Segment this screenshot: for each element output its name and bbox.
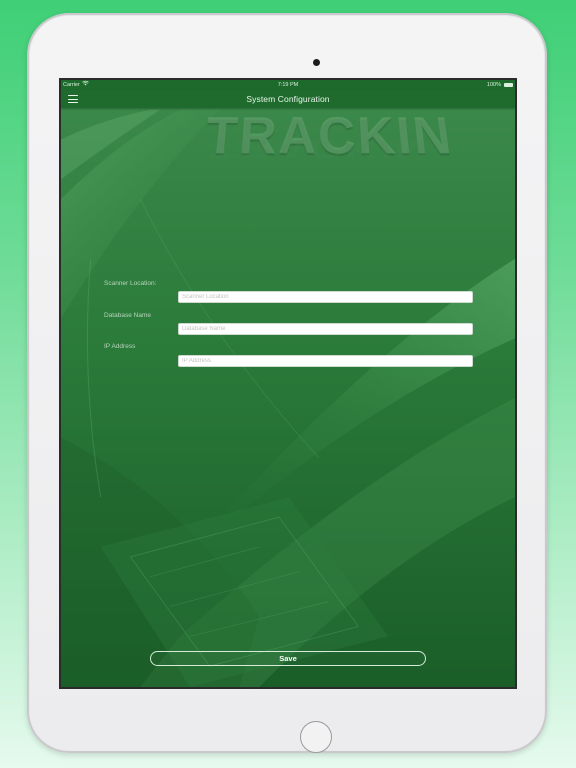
- navigation-bar: System Configuration: [61, 90, 515, 108]
- database-name-label: Database Name: [104, 312, 151, 319]
- database-name-input[interactable]: [178, 323, 473, 335]
- scanner-location-label: Scanner Location:: [104, 280, 157, 287]
- page-title: System Configuration: [246, 94, 330, 104]
- status-battery-percent: 100%: [486, 82, 501, 88]
- battery-icon: [504, 83, 513, 87]
- configuration-form: Scanner Location: Database Name IP Addre…: [61, 80, 515, 687]
- scanner-location-input[interactable]: [178, 291, 473, 303]
- home-button[interactable]: [300, 721, 332, 753]
- app-screen: TRACKIN TRACKIN Carrier 7:19 PM 100% Sys…: [59, 78, 517, 689]
- save-button[interactable]: Save: [150, 651, 426, 666]
- status-time: 7:19 PM: [277, 82, 299, 88]
- ip-address-label: IP Address: [104, 343, 136, 350]
- status-bar: Carrier 7:19 PM 100%: [61, 80, 515, 90]
- front-camera: [313, 59, 320, 66]
- ip-address-input[interactable]: [178, 355, 473, 367]
